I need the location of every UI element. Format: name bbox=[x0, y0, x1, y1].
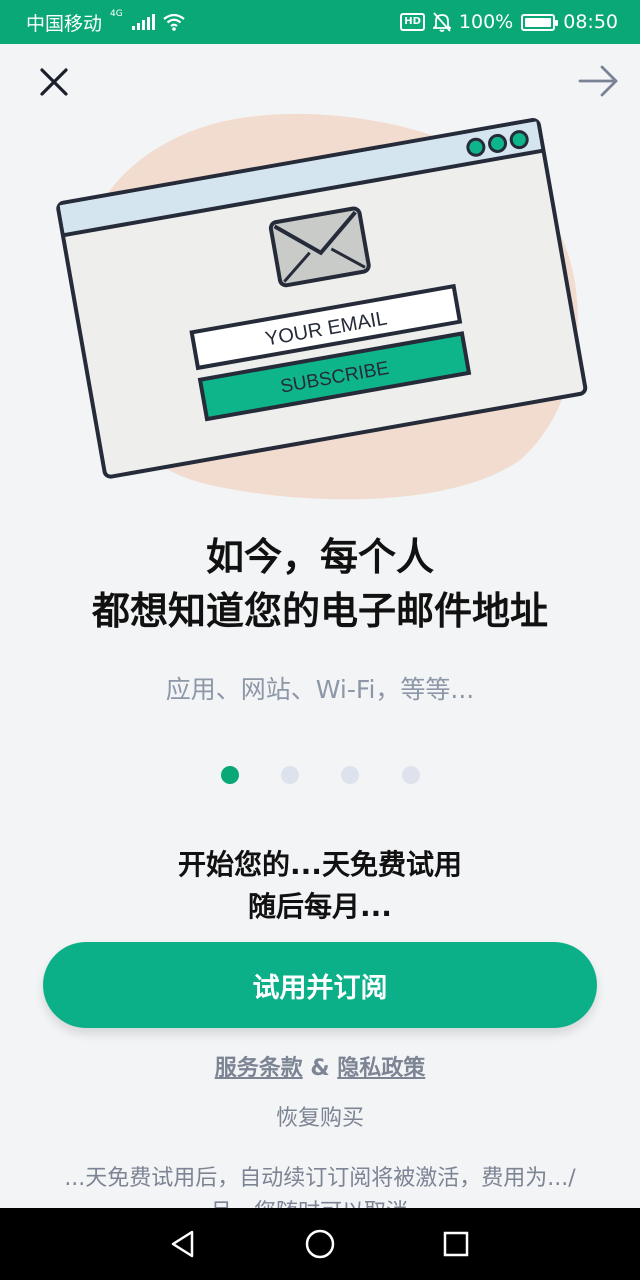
wifi-icon bbox=[163, 13, 185, 31]
arrow-right-icon bbox=[578, 65, 618, 97]
next-button[interactable] bbox=[574, 56, 624, 106]
battery-icon bbox=[521, 13, 559, 31]
pager-dot-3[interactable] bbox=[341, 766, 359, 784]
home-circle-icon bbox=[305, 1229, 335, 1259]
close-icon bbox=[40, 68, 68, 96]
subscription-disclaimer: ...天免费试用后，自动续订订阅将被激活，费用为.../月。您随时可以取消。 bbox=[64, 1166, 576, 1208]
mute-icon bbox=[432, 12, 451, 32]
pager-dot-4[interactable] bbox=[402, 766, 420, 784]
signal-icon bbox=[131, 14, 155, 30]
pager-dot-1[interactable] bbox=[221, 766, 239, 784]
subheadline: 应用、网站、Wi-Fi，等等... bbox=[165, 675, 475, 704]
headline-line1: 如今，每个人 bbox=[205, 535, 434, 579]
clock: 08:50 bbox=[563, 11, 618, 33]
back-triangle-icon bbox=[171, 1230, 194, 1258]
recents-square-icon bbox=[443, 1231, 469, 1257]
legal-separator: & bbox=[302, 1056, 338, 1081]
restore-purchase-link[interactable]: 恢复购买 bbox=[0, 1100, 640, 1132]
pager-dots bbox=[0, 766, 640, 786]
offer-line2: 随后每月... bbox=[248, 890, 392, 923]
battery-fill bbox=[525, 17, 552, 27]
status-bar: 中国移动 4G HD 100% 08:50 bbox=[0, 0, 640, 44]
carrier-label: 中国移动 bbox=[26, 12, 103, 35]
hd-badge: HD bbox=[400, 13, 425, 31]
email-subscribe-illustration: YOUR EMAIL SUBSCRIBE bbox=[56, 113, 588, 500]
status-left: 中国移动 4G bbox=[26, 9, 185, 36]
headline: 如今，每个人 都想知道您的电子邮件地址 bbox=[0, 530, 640, 638]
privacy-link[interactable]: 隐私政策 bbox=[337, 1056, 425, 1081]
back-button[interactable] bbox=[165, 1226, 201, 1262]
pager-dot-2[interactable] bbox=[281, 766, 299, 784]
offer-line1: 开始您的...天免费试用 bbox=[178, 848, 462, 881]
legal-links: 服务条款 & 隐私政策 bbox=[0, 1050, 640, 1082]
headline-line2: 都想知道您的电子邮件地址 bbox=[91, 589, 548, 633]
close-button[interactable] bbox=[30, 58, 78, 106]
envelope-icon bbox=[268, 206, 371, 288]
system-navigation-bar bbox=[0, 1208, 640, 1280]
status-right: HD 100% 08:50 bbox=[400, 11, 618, 33]
subscribe-button[interactable]: 试用并订阅 bbox=[43, 942, 597, 1028]
terms-link[interactable]: 服务条款 bbox=[215, 1056, 303, 1081]
recents-button[interactable] bbox=[438, 1226, 474, 1262]
battery-percent: 100% bbox=[458, 11, 514, 33]
trial-offer: 开始您的...天免费试用 随后每月... bbox=[0, 844, 640, 928]
network-type: 4G bbox=[110, 9, 123, 19]
home-button[interactable] bbox=[302, 1226, 338, 1262]
